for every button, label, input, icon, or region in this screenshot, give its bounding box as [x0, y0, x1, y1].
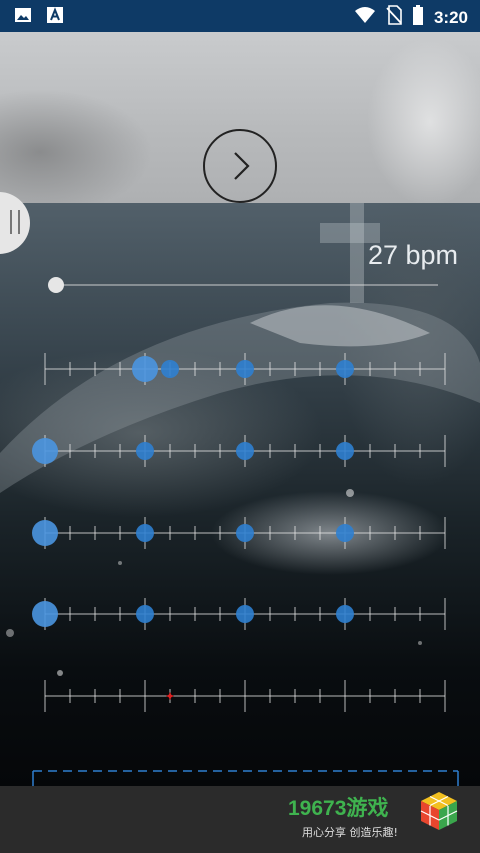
tempo-label: 27 bpm [367, 240, 458, 270]
image-icon [14, 6, 32, 29]
battery-icon [412, 5, 424, 30]
next-button[interactable] [203, 129, 277, 203]
cymbal-silhouette [0, 203, 480, 676]
no-sim-icon [386, 5, 402, 30]
brand-tagline: 用心分享 创造乐趣! [302, 826, 398, 839]
tempo-slider-thumb[interactable] [48, 277, 64, 293]
text-a-icon [46, 6, 64, 29]
brand-block[interactable]: 19673游戏 用心分享 创造乐趣! [288, 792, 398, 840]
chevron-right-icon [234, 152, 250, 180]
top-panel [0, 32, 480, 203]
tempo-slider-track[interactable] [56, 284, 438, 286]
drum-background-photo [0, 203, 480, 786]
cube-logo-icon [418, 790, 460, 837]
brand-name: 19673游戏 [288, 797, 389, 820]
status-bar: 3:20 [0, 0, 480, 32]
menu-grip-icon [10, 210, 20, 234]
wifi-icon [354, 6, 376, 29]
bottom-banner [0, 786, 480, 853]
clock: 3:20 [433, 7, 468, 27]
